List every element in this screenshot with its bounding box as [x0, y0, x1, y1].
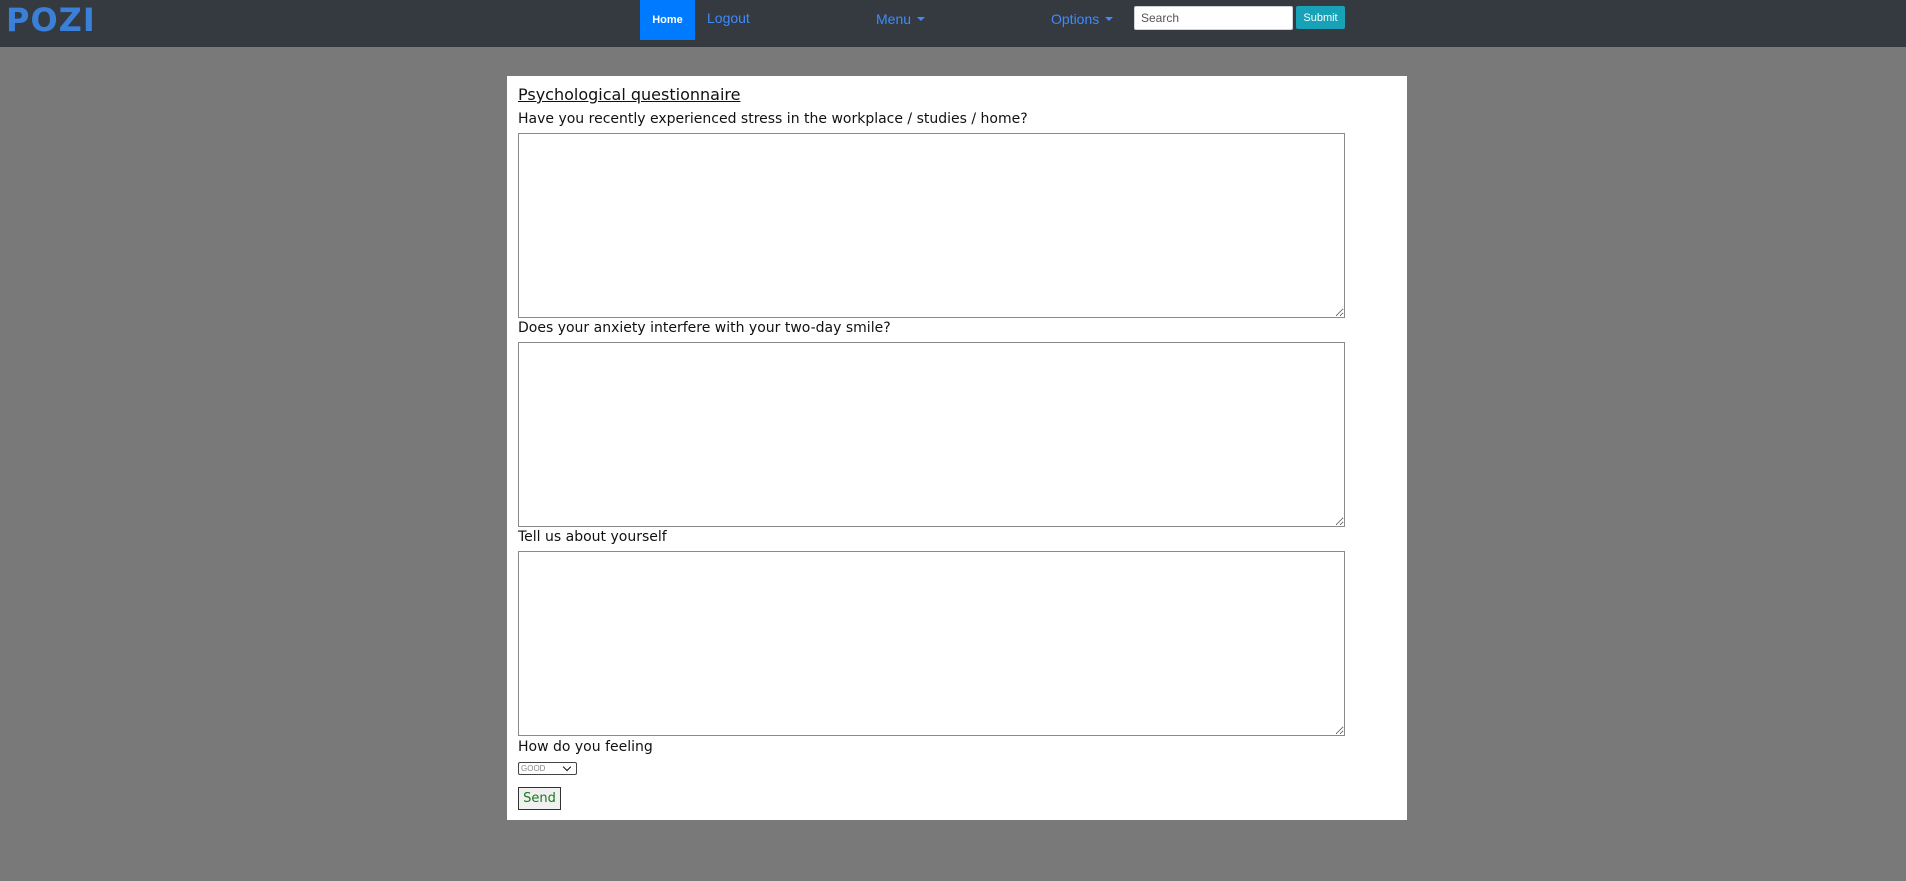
send-button[interactable]: Send [518, 787, 561, 810]
nav-options-label: Options [1051, 11, 1100, 27]
feeling-selected-value: GOOD [521, 764, 546, 773]
feeling-select[interactable]: GOOD [518, 762, 577, 775]
answer-about-textarea[interactable] [518, 551, 1345, 736]
question-label-about: Tell us about yourself [518, 529, 667, 545]
answer-stress-textarea[interactable] [518, 133, 1345, 318]
questionnaire-card: Psychological questionnaire Have you rec… [507, 76, 1407, 820]
nav-menu-dropdown[interactable]: Menu [876, 11, 926, 27]
feeling-label: How do you feeling [518, 739, 653, 755]
question-label-stress: Have you recently experienced stress in … [518, 111, 1028, 127]
nav-menu-label: Menu [876, 11, 912, 27]
page-title: Psychological questionnaire [518, 85, 741, 104]
nav-home-button[interactable]: Home [640, 0, 695, 40]
submit-button[interactable]: Submit [1296, 6, 1345, 29]
search-input[interactable] [1134, 6, 1293, 30]
question-label-anxiety: Does your anxiety interfere with your tw… [518, 320, 891, 336]
chevron-down-icon [562, 762, 572, 772]
caret-down-icon [917, 17, 926, 21]
answer-anxiety-textarea[interactable] [518, 342, 1345, 527]
brand-logo[interactable]: POZI [6, 0, 96, 40]
caret-down-icon [1105, 17, 1114, 21]
nav-options-dropdown[interactable]: Options [1051, 11, 1114, 27]
nav-logout-link[interactable]: Logout [707, 10, 750, 26]
navbar: POZI Home Logout Menu Options Submit [0, 0, 1906, 47]
